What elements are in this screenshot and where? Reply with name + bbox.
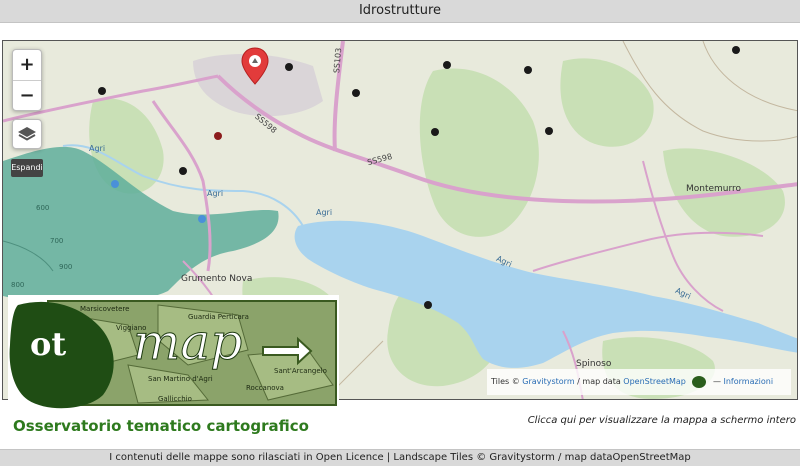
contour-label: 800 xyxy=(11,281,25,289)
fullscreen-link[interactable]: Clicca qui per visualizzare la mappa a s… xyxy=(528,415,796,426)
attribution-gravitystorm-link[interactable]: Gravitystorm xyxy=(522,377,574,386)
attribution-separator: — xyxy=(712,377,721,386)
attribution-tiles-prefix: Tiles © xyxy=(491,377,520,386)
footer-openstreetmap-link[interactable]: OpenStreetMap xyxy=(613,452,691,463)
river-label-agri: Agri xyxy=(207,189,224,198)
logo-map-label: Marsicovetere xyxy=(80,305,130,313)
footer-separator: / map data xyxy=(558,452,613,463)
logo-map-label: Sant'Arcangelo xyxy=(274,367,327,375)
map-attribution: Tiles © Gravitystorm / map data OpenStre… xyxy=(487,369,791,395)
river-label-agri: Agri xyxy=(316,208,333,217)
place-label-montemurro: Montemurro xyxy=(686,184,742,194)
logo-map-label: San Martino d'Agri xyxy=(148,375,213,383)
contour-label: 700 xyxy=(50,237,64,245)
attribution-info-link[interactable]: Informazioni xyxy=(724,377,774,386)
otmap-logo[interactable]: Marsicovetere Viggiano Guardia Perticara… xyxy=(8,295,339,409)
page-title: Idrostrutture xyxy=(358,3,442,18)
attribution-logo-icon xyxy=(692,375,707,388)
zoom-control: + − xyxy=(12,49,42,111)
logo-emblem-text: ot xyxy=(30,325,67,363)
footer-gravitystorm-link[interactable]: Gravitystorm xyxy=(489,452,554,463)
logo-map-label: Roccanova xyxy=(246,384,284,392)
attribution-mapdata-prefix: / map data xyxy=(577,377,621,386)
zoom-in-button[interactable]: + xyxy=(13,50,41,81)
footer-text: I contenuti delle mappe sono rilasciati … xyxy=(109,452,487,463)
place-label-grumento-nova: Grumento Nova xyxy=(181,274,253,284)
contour-label: 900 xyxy=(59,263,73,271)
river-label-agri: Agri xyxy=(89,144,106,153)
layers-icon xyxy=(18,127,36,141)
layers-button[interactable] xyxy=(12,119,42,149)
zoom-out-button[interactable]: − xyxy=(13,81,41,111)
contour-label: 600 xyxy=(36,204,50,212)
footer: I contenuti delle mappe sono rilasciati … xyxy=(0,449,800,466)
page-title-bar: Idrostrutture xyxy=(0,0,800,23)
logo-caption: Osservatorio tematico cartografico xyxy=(13,417,309,435)
attribution-openstreetmap-link[interactable]: OpenStreetMap xyxy=(623,377,686,386)
map-marker-icon[interactable] xyxy=(241,47,269,85)
logo-map-word: map xyxy=(132,313,243,372)
expand-button[interactable]: Espandi xyxy=(11,159,43,177)
logo-map-label: Gallicchio xyxy=(158,395,192,403)
place-label-spinoso: Spinoso xyxy=(576,359,612,369)
